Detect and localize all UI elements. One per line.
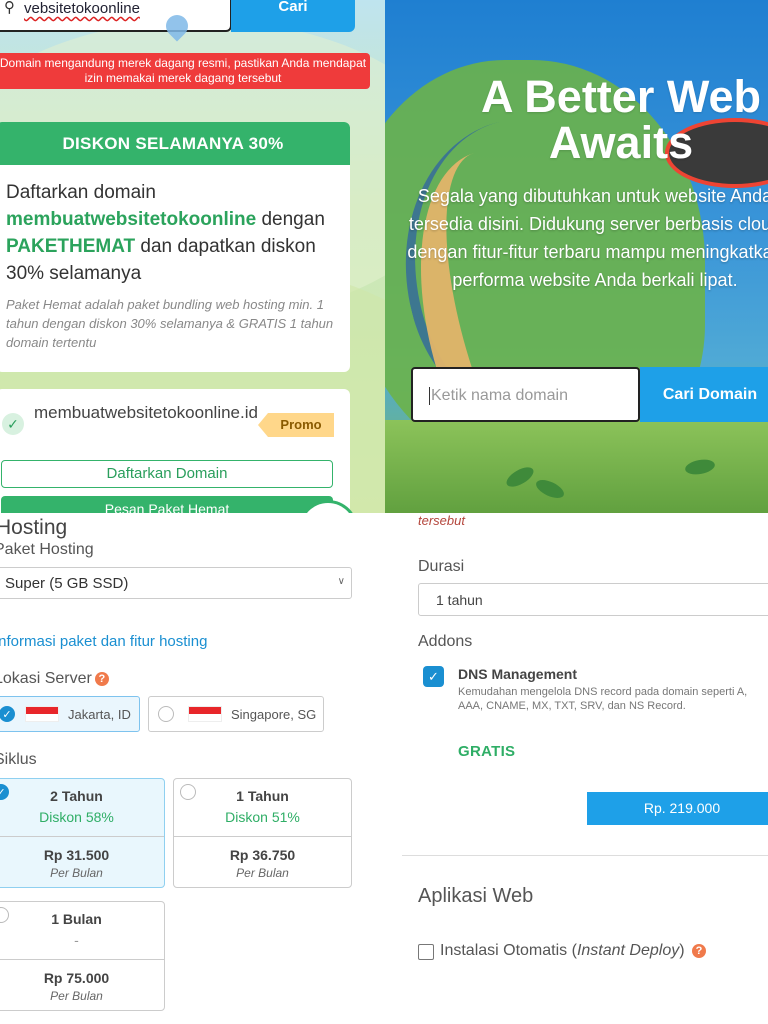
package-label: Paket Hosting: [0, 541, 94, 558]
discount-text: Daftarkan domain membuatwebsitetokoonlin…: [6, 182, 325, 284]
promo-domain: membuatwebsitetokoonline: [6, 209, 257, 230]
server-option-jakarta[interactable]: ✓ Jakarta, ID: [0, 696, 140, 732]
domain-result-card: ✓ membuatwebsitetokoonline.id Promo Daft…: [0, 389, 350, 513]
cycle-option-1-month[interactable]: 1 Bulan - Rp 75.000 Per Bulan: [0, 901, 165, 1011]
domain-search-value: vebsitetokoonline: [24, 0, 140, 17]
addon-price: GRATIS: [458, 743, 516, 760]
indonesia-flag-icon: [25, 706, 59, 722]
web-apps-title: Aplikasi Web: [418, 885, 534, 907]
domain-input-placeholder: Ketik nama domain: [431, 387, 568, 405]
server-label: Lokasi Server?: [0, 670, 109, 688]
package-info-link[interactable]: Informasi paket dan fitur hosting: [0, 633, 207, 650]
trademark-warning: Domain mengandung merek dagang resmi, pa…: [0, 53, 370, 89]
domain-search-panel: vebsitetokoonline ⚲ Cari Domain mengandu…: [0, 0, 385, 513]
singapore-flag-icon: [188, 706, 222, 722]
duration-label: Durasi: [418, 558, 465, 575]
discount-card: DISKON SELAMANYA 30% Daftarkan domain me…: [0, 122, 350, 372]
promo-badge: Promo: [258, 413, 334, 437]
server-option-singapore[interactable]: Singapore, SG: [148, 696, 324, 732]
search-icon: ⚲: [4, 0, 15, 16]
price-button[interactable]: Rp. 219.000: [587, 792, 768, 825]
cycle-option-1-year[interactable]: 1 Tahun Diskon 51% Rp 36.750 Per Bulan: [173, 778, 352, 888]
addon-name: DNS Management: [458, 666, 578, 682]
radio-unselected-icon: [158, 706, 174, 722]
order-summary-panel: tersebut Durasi 1 tahun Addons ✓ DNS Man…: [385, 513, 768, 1024]
addons-label: Addons: [418, 633, 473, 650]
package-select[interactable]: Super (5 GB SSD) ∨: [0, 567, 352, 599]
hero-title: A Better Web Awaits: [480, 71, 762, 168]
dns-management-checkbox[interactable]: ✓: [423, 666, 444, 687]
search-button[interactable]: Cari: [231, 0, 355, 32]
hero-description: Segala yang dibutuhkan untuk website And…: [407, 186, 768, 290]
domain-search-input[interactable]: vebsitetokoonline: [0, 0, 232, 32]
divider: [402, 855, 768, 856]
order-package-button[interactable]: Pesan Paket Hemat: [1, 496, 333, 513]
help-icon[interactable]: ?: [692, 943, 706, 958]
chevron-down-icon: ∨: [337, 576, 345, 587]
addon-description: Kemudahan mengelola DNS record pada doma…: [458, 686, 748, 712]
cycle-option-2-years[interactable]: ✓ 2 Tahun Diskon 58% Rp 31.500 Per Bulan: [0, 778, 165, 888]
search-domain-button[interactable]: Cari Domain: [640, 367, 768, 422]
check-icon: ✓: [2, 413, 24, 435]
domain-result: membuatwebsitetokoonline.id: [34, 403, 258, 422]
trailing-warning-text: tersebut: [418, 513, 465, 528]
hosting-config-panel: Hosting Paket Hosting Super (5 GB SSD) ∨…: [0, 513, 385, 1024]
auto-install-label: Instalasi Otomatis (Instant Deploy) ?: [440, 942, 706, 960]
hero-panel: A Better Web Awaits Segala yang dibutuhk…: [385, 0, 768, 513]
help-icon[interactable]: ?: [94, 671, 109, 686]
promo-package: PAKETHEMAT: [6, 236, 136, 257]
discount-note: Paket Hemat adalah paket bundling web ho…: [6, 297, 334, 350]
register-domain-button[interactable]: Daftarkan Domain: [1, 460, 333, 488]
auto-install-checkbox[interactable]: [418, 944, 434, 960]
duration-select[interactable]: 1 tahun: [418, 583, 768, 616]
radio-selected-icon: ✓: [0, 706, 15, 722]
cycle-label: Siklus: [0, 751, 37, 768]
hosting-title: Hosting: [0, 516, 68, 539]
domain-input[interactable]: Ketik nama domain: [411, 367, 640, 422]
discount-title: DISKON SELAMANYA 30%: [0, 122, 350, 165]
